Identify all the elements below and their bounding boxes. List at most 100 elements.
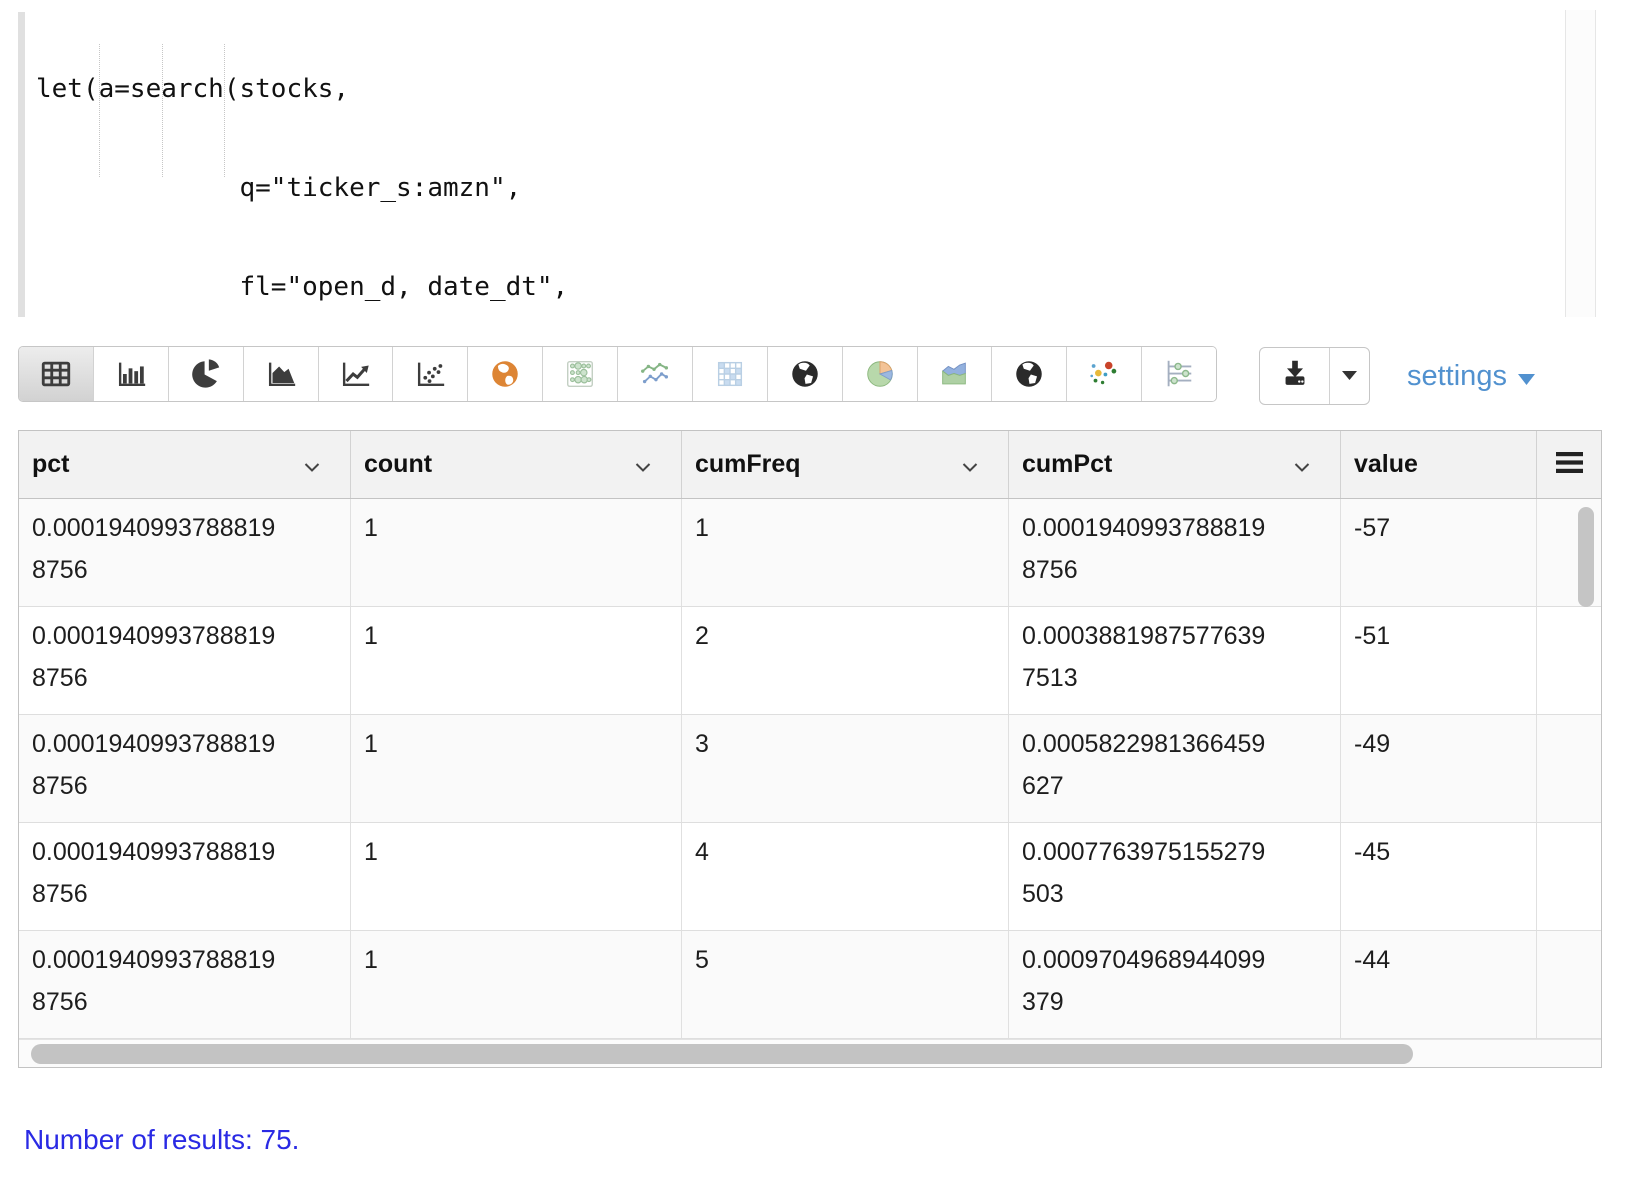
dot-plot-icon xyxy=(1162,357,1196,391)
code-editor-left-border xyxy=(18,12,25,317)
bubble-grid-icon xyxy=(563,357,597,391)
code-line: let(a=search(stocks, xyxy=(36,73,568,106)
chevron-down-icon[interactable] xyxy=(962,450,978,479)
table-body: 0.00019409937888198756 1 1 0.00019409937… xyxy=(19,499,1601,1039)
globe-orange-icon xyxy=(488,357,522,391)
settings-label: settings xyxy=(1407,360,1507,393)
matrix-heatmap-icon xyxy=(713,357,747,391)
cell-count: 1 xyxy=(351,499,682,606)
stacked-area-icon xyxy=(937,357,971,391)
column-header-value[interactable]: value xyxy=(1341,431,1537,498)
globe-dark-icon xyxy=(788,357,822,391)
column-header-cumpct[interactable]: cumPct xyxy=(1009,431,1341,498)
pie-color-icon xyxy=(863,357,897,391)
horizontal-scrollbar-thumb[interactable] xyxy=(31,1044,1413,1064)
line-chart-button[interactable] xyxy=(319,347,394,401)
cell-cumpct: 0.0005822981366459627 xyxy=(1009,715,1341,822)
bubble-grid-button[interactable] xyxy=(543,347,618,401)
cell-spacer xyxy=(1537,715,1601,822)
cell-cumpct: 0.00019409937888198756 xyxy=(1009,499,1341,606)
cell-value: -57 xyxy=(1341,499,1537,606)
cell-cumfreq: 3 xyxy=(682,715,1009,822)
download-options-button[interactable] xyxy=(1329,348,1369,404)
chevron-down-icon[interactable] xyxy=(304,450,320,479)
cell-cumpct: 0.0007763975155279503 xyxy=(1009,823,1341,930)
dot-plot-button[interactable] xyxy=(1142,347,1216,401)
pie-chart-button[interactable] xyxy=(169,347,244,401)
code-editor-scrollbar-track xyxy=(1565,10,1596,317)
cell-cumpct: 0.00038819875776397513 xyxy=(1009,607,1341,714)
column-label: count xyxy=(364,450,432,479)
download-icon xyxy=(1278,357,1312,396)
download-button-group xyxy=(1259,347,1370,405)
column-header-pct[interactable]: pct xyxy=(19,431,351,498)
scatter-plot-icon xyxy=(413,357,447,391)
table-row: 0.00019409937888198756 1 1 0.00019409937… xyxy=(19,499,1601,607)
globe-dark-icon xyxy=(1012,357,1046,391)
column-menu-button[interactable] xyxy=(1537,431,1601,498)
scatter-color-icon xyxy=(1087,357,1121,391)
line-chart-icon xyxy=(338,357,372,391)
cell-count: 1 xyxy=(351,607,682,714)
cell-pct: 0.00019409937888198756 xyxy=(19,823,351,930)
column-label: cumFreq xyxy=(695,450,801,479)
multi-line-chart-button[interactable] xyxy=(618,347,693,401)
cell-pct: 0.00019409937888198756 xyxy=(19,931,351,1038)
cell-cumfreq: 2 xyxy=(682,607,1009,714)
chevron-down-icon[interactable] xyxy=(1294,450,1310,479)
cell-value: -44 xyxy=(1341,931,1537,1038)
stacked-area-color-button[interactable] xyxy=(918,347,993,401)
caret-down-icon xyxy=(1342,367,1357,385)
area-chart-button[interactable] xyxy=(244,347,319,401)
hamburger-menu-icon xyxy=(1556,452,1583,478)
code-line: q="ticker_s:amzn", xyxy=(36,172,568,205)
globe-map-dark-button-2[interactable] xyxy=(992,347,1067,401)
caret-down-icon xyxy=(1518,360,1535,393)
code-editor[interactable]: let(a=search(stocks, q="ticker_s:amzn", … xyxy=(0,0,1626,322)
cell-count: 1 xyxy=(351,823,682,930)
area-chart-icon xyxy=(264,357,298,391)
globe-map-dark-button[interactable] xyxy=(768,347,843,401)
column-label: pct xyxy=(32,450,70,479)
globe-map-button[interactable] xyxy=(468,347,543,401)
chevron-down-icon[interactable] xyxy=(635,450,651,479)
table-icon xyxy=(39,357,73,391)
cell-cumfreq: 5 xyxy=(682,931,1009,1038)
visualization-toolbar xyxy=(18,346,1217,402)
pie-chart-icon xyxy=(189,357,223,391)
cell-count: 1 xyxy=(351,931,682,1038)
column-label: value xyxy=(1354,450,1418,479)
cell-value: -45 xyxy=(1341,823,1537,930)
pie-chart-color-button[interactable] xyxy=(843,347,918,401)
vertical-scrollbar-thumb[interactable] xyxy=(1578,507,1594,607)
cell-value: -51 xyxy=(1341,607,1537,714)
results-count-text: Number of results: 75. xyxy=(24,1124,299,1156)
cell-pct: 0.00019409937888198756 xyxy=(19,715,351,822)
horizontal-scrollbar-track[interactable] xyxy=(19,1039,1601,1067)
results-table: pct count cumFreq cumPct value 0.0001940… xyxy=(18,430,1602,1068)
bar-chart-icon xyxy=(114,357,148,391)
column-header-cumfreq[interactable]: cumFreq xyxy=(682,431,1009,498)
matrix-heatmap-button[interactable] xyxy=(693,347,768,401)
cell-count: 1 xyxy=(351,715,682,822)
cell-cumfreq: 4 xyxy=(682,823,1009,930)
cell-value: -49 xyxy=(1341,715,1537,822)
column-header-count[interactable]: count xyxy=(351,431,682,498)
table-row: 0.00019409937888198756 1 4 0.00077639751… xyxy=(19,823,1601,931)
cell-spacer xyxy=(1537,607,1601,714)
table-row: 0.00019409937888198756 1 3 0.00058229813… xyxy=(19,715,1601,823)
scatter-color-button[interactable] xyxy=(1067,347,1142,401)
download-button[interactable] xyxy=(1260,348,1329,404)
bar-chart-button[interactable] xyxy=(94,347,169,401)
cell-spacer xyxy=(1537,931,1601,1038)
cell-pct: 0.00019409937888198756 xyxy=(19,607,351,714)
scatter-plot-button[interactable] xyxy=(393,347,468,401)
settings-link[interactable]: settings xyxy=(1407,347,1535,405)
cell-cumfreq: 1 xyxy=(682,499,1009,606)
table-header-row: pct count cumFreq cumPct value xyxy=(19,431,1601,499)
table-view-button[interactable] xyxy=(19,347,94,401)
cell-cumpct: 0.0009704968944099379 xyxy=(1009,931,1341,1038)
code-line: fl="open_d, date_dt", xyxy=(36,271,568,304)
column-label: cumPct xyxy=(1022,450,1112,479)
multi-line-chart-icon xyxy=(638,357,672,391)
